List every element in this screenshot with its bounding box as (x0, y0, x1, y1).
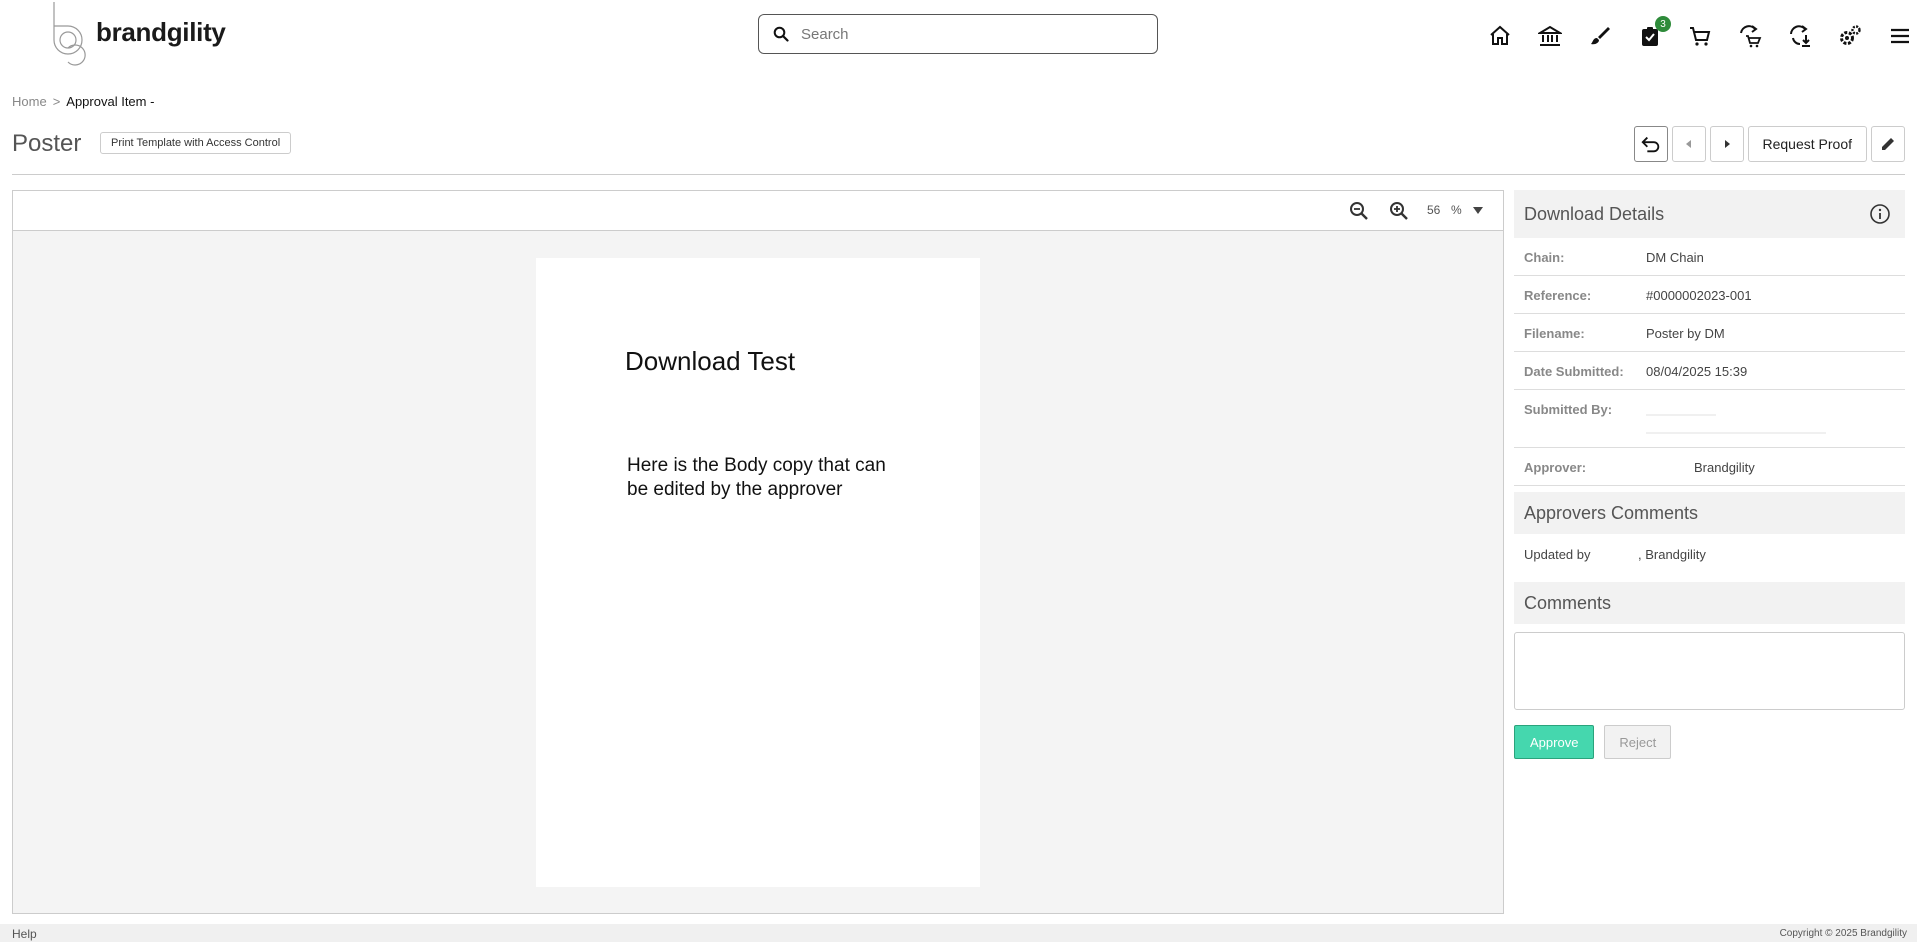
logo-text: brandgility (96, 16, 226, 47)
nav-brush[interactable] (1575, 18, 1625, 54)
caret-left-icon (1685, 140, 1691, 148)
request-proof-button[interactable]: Request Proof (1747, 126, 1867, 162)
detail-label: Reference: (1524, 288, 1592, 303)
detail-row-submitted-by: Submitted By: (1514, 390, 1905, 448)
brand-logo[interactable]: brandgility (50, 0, 226, 68)
pencil-icon (1882, 138, 1894, 150)
gears-icon (1840, 25, 1861, 45)
nav-cart[interactable] (1675, 18, 1725, 54)
redacted-text (1646, 414, 1716, 416)
breadcrumb-current: Approval Item - (66, 94, 155, 109)
page-title: Poster (12, 130, 82, 157)
nav-menu[interactable] (1875, 18, 1917, 54)
detail-row-approver: Approver: Brandgility (1514, 448, 1905, 486)
document-page: Download Test Here is the Body copy that… (536, 258, 980, 887)
footer: Help Copyright © 2025 Brandgility (0, 924, 1917, 942)
reject-button[interactable]: Reject (1604, 725, 1672, 759)
zoom-dropdown-icon[interactable] (1472, 204, 1484, 216)
approvers-comments-title: Approvers Comments (1524, 503, 1699, 523)
search-icon (773, 26, 789, 42)
page-actions: Request Proof (1633, 126, 1905, 162)
breadcrumb: Home > Approval Item - (12, 94, 154, 109)
cart-swap-icon (1740, 25, 1762, 48)
detail-label: Date Submitted: (1524, 364, 1624, 379)
detail-value: Brandgility (1694, 460, 1755, 475)
undo-button[interactable] (1633, 126, 1668, 162)
undo-icon (1640, 136, 1659, 153)
zoom-in-icon[interactable] (1387, 199, 1411, 223)
approvers-comments-header: Approvers Comments (1514, 492, 1905, 534)
home-icon (1490, 25, 1510, 45)
brandgility-logo-icon (53, 2, 86, 66)
cart-icon (1690, 27, 1711, 46)
detail-value: 08/04/2025 15:39 (1646, 364, 1748, 379)
info-icon[interactable] (1869, 203, 1891, 225)
detail-row-reference: Reference: #0000002023-001 (1514, 276, 1905, 314)
search-bar[interactable] (758, 14, 1158, 54)
caret-right-icon (1724, 140, 1730, 148)
nav-settings[interactable] (1825, 18, 1875, 54)
bank-icon (1538, 25, 1562, 46)
detail-label: Submitted By: (1524, 402, 1613, 417)
download-details-title: Download Details (1524, 204, 1665, 224)
comments-title: Comments (1524, 593, 1612, 613)
comments-header: Comments (1514, 582, 1905, 624)
detail-value: DM Chain (1646, 250, 1704, 265)
breadcrumb-separator: > (52, 94, 61, 109)
detail-label: Filename: (1524, 326, 1585, 341)
detail-row-chain: Chain: DM Chain (1514, 238, 1905, 276)
nav-bank[interactable] (1525, 18, 1575, 54)
document-viewer[interactable]: 56 % Download Test Here is the Body copy… (12, 190, 1504, 914)
template-tag: Print Template with Access Control (100, 132, 292, 154)
redacted-text (1646, 432, 1826, 434)
edit-button[interactable] (1871, 126, 1905, 162)
breadcrumb-home[interactable]: Home (12, 94, 47, 109)
top-nav: 3 (1475, 16, 1917, 54)
detail-value: Poster by DM (1646, 326, 1725, 341)
header-divider (12, 174, 1905, 175)
next-button[interactable] (1709, 126, 1744, 162)
detail-value: #0000002023-001 (1646, 288, 1752, 303)
zoom-out-icon[interactable] (1347, 199, 1371, 223)
copyright-text: Copyright © 2025 Brandgility (1779, 928, 1907, 939)
detail-row-filename: Filename: Poster by DM (1514, 314, 1905, 352)
nav-cart-swap[interactable] (1725, 18, 1775, 54)
document-title[interactable]: Download Test (625, 346, 795, 377)
brush-icon (1591, 27, 1610, 45)
detail-label: Approver: (1524, 460, 1587, 475)
download-swap-icon (1790, 25, 1810, 47)
search-input[interactable] (801, 25, 1141, 43)
updated-by-suffix: , Brandgility (1638, 547, 1706, 562)
detail-row-date-submitted: Date Submitted: 08/04/2025 15:39 (1514, 352, 1905, 390)
detail-label: Chain: (1524, 250, 1565, 265)
download-details-header: Download Details (1514, 190, 1905, 238)
updated-by-prefix: Updated by (1524, 547, 1591, 562)
zoom-unit: % (1451, 203, 1462, 217)
help-link[interactable]: Help (12, 927, 37, 941)
top-header: brandgility 3 (0, 0, 1917, 68)
viewer-toolbar: 56 % (13, 191, 1503, 231)
details-panel: Download Details Chain: DM Chain Referen… (1514, 190, 1905, 759)
tasks-badge: 3 (1655, 16, 1671, 32)
updated-by-line: Updated by , Brandgility (1514, 534, 1905, 576)
previous-button[interactable] (1671, 126, 1706, 162)
approve-button[interactable]: Approve (1514, 725, 1595, 759)
nav-download-swap[interactable] (1775, 18, 1825, 54)
nav-tasks[interactable]: 3 (1625, 16, 1675, 54)
document-body[interactable]: Here is the Body copy that can be edited… (627, 454, 887, 502)
menu-icon (1891, 28, 1909, 44)
comment-textarea[interactable] (1514, 632, 1905, 710)
zoom-level[interactable]: 56 (1427, 203, 1440, 217)
decision-buttons: Approve Reject (1514, 725, 1905, 759)
title-row: Poster Print Template with Access Contro… (12, 126, 1905, 172)
nav-home[interactable] (1475, 18, 1525, 54)
